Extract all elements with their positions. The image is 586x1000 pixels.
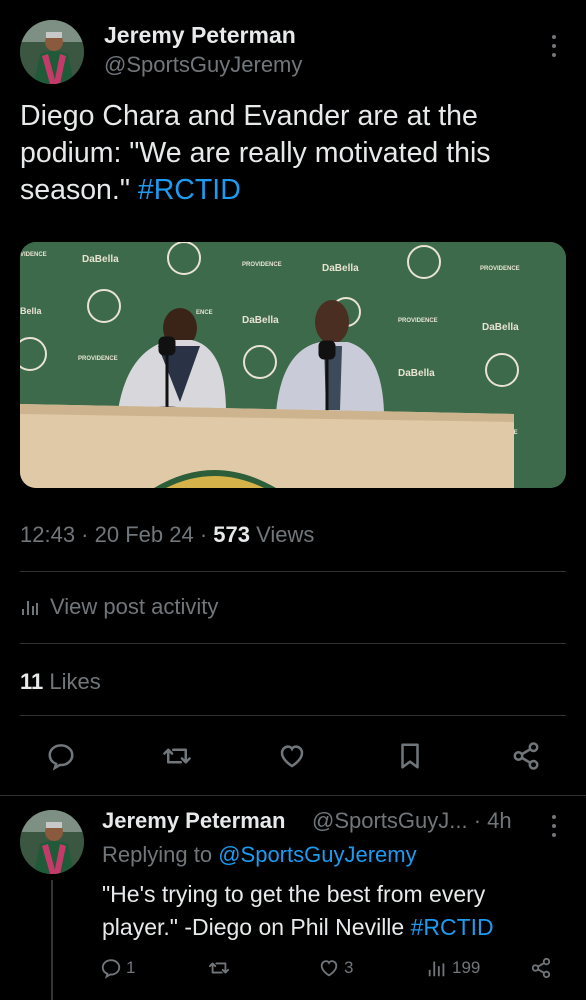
reply-hashtag-link[interactable]: #RCTID: [411, 914, 494, 940]
tweet-timestamp[interactable]: 12:43 · 20 Feb 24 · 573 Views: [20, 522, 314, 548]
reply-share-button[interactable]: [530, 957, 552, 979]
reply-author-name[interactable]: Jeremy Peterman: [102, 808, 285, 834]
reply-text: "He's trying to get the best from every …: [102, 878, 552, 944]
likes-summary[interactable]: 11 Likes: [20, 669, 101, 695]
hashtag-link[interactable]: #RCTID: [138, 174, 241, 206]
tweet-time: 12:43: [20, 522, 76, 547]
bookmark-icon: [401, 743, 419, 769]
reply-views-button[interactable]: 199: [426, 957, 480, 979]
share-icon: [513, 742, 539, 770]
bookmark-button[interactable]: [392, 738, 428, 774]
share-button[interactable]: [508, 738, 544, 774]
tweet-date: 20 Feb 24: [94, 522, 194, 547]
media-sponsor-dabella-1: DaBella: [82, 254, 119, 265]
author-avatar[interactable]: [20, 20, 84, 84]
media-edge-vidence: VIDENCE: [20, 252, 47, 258]
reply-like-count: 3: [344, 958, 354, 977]
reply-icon: [48, 744, 74, 771]
likes-count: 11: [20, 669, 44, 694]
retweet-button[interactable]: [159, 738, 195, 774]
analytics-icon: [428, 961, 445, 977]
tweet-body: Diego Chara and Evander are at the podiu…: [20, 100, 491, 206]
replying-to-handle-link[interactable]: @SportsGuyJeremy: [218, 842, 416, 867]
media-edge-ence: ENCE: [196, 310, 213, 316]
reply-reply-button[interactable]: 1: [100, 957, 135, 979]
media-sponsor-providence-2: PROVIDENCE: [480, 266, 520, 272]
media-sponsor-providence-3: PROVIDENCE: [398, 318, 438, 324]
replying-to: Replying to @SportsGuyJeremy: [102, 842, 417, 868]
author-handle[interactable]: @SportsGuyJeremy: [104, 52, 302, 78]
reply-time-ago: 4h: [487, 808, 512, 833]
like-button[interactable]: [274, 738, 310, 774]
reply-views-count: 199: [452, 958, 481, 977]
reply-button[interactable]: [43, 738, 79, 774]
reply-action-bar: 1 3 199: [100, 955, 560, 985]
reply-author-handle[interactable]: @SportsGuyJ... · 4h: [312, 808, 512, 834]
media-sponsor-dabella-3: DaBella: [242, 315, 279, 326]
reply-author-avatar[interactable]: [20, 810, 84, 874]
tweet-action-bar: [0, 732, 586, 780]
retweet-icon: [208, 962, 230, 974]
divider: [20, 571, 566, 572]
likes-label: Likes: [49, 669, 101, 694]
divider: [0, 795, 586, 796]
reply-like-button[interactable]: 3: [318, 957, 353, 979]
media-sponsor-dabella-5: DaBella: [398, 368, 435, 379]
analytics-icon: [22, 601, 38, 615]
divider: [20, 715, 566, 716]
like-icon: [280, 745, 304, 768]
thread-connector-line: [51, 880, 53, 1000]
views-count: 573: [213, 522, 250, 547]
reply-icon: [101, 959, 121, 979]
media-edge-bella: Bella: [20, 306, 43, 316]
views-label: Views: [256, 522, 315, 547]
media-sponsor-dabella-2: DaBella: [322, 263, 359, 274]
media-sponsor-providence-1: PROVIDENCE: [242, 262, 282, 268]
reply-more-options-icon[interactable]: [544, 812, 564, 840]
view-post-activity-label: View post activity: [50, 594, 219, 619]
more-options-icon[interactable]: [544, 32, 564, 60]
media-sponsor-dabella-4: DaBella: [482, 322, 519, 333]
tweet-text: Diego Chara and Evander are at the podiu…: [20, 98, 560, 209]
view-post-activity-button[interactable]: View post activity: [20, 594, 218, 620]
reply-retweet-button[interactable]: [208, 957, 230, 979]
divider: [20, 643, 566, 644]
replying-prefix: Replying to: [102, 842, 213, 867]
author-name[interactable]: Jeremy Peterman: [104, 22, 296, 49]
media-sponsor-providence-4: PROVIDENCE: [78, 356, 118, 362]
tweet-media-image[interactable]: DaBella DaBella DaBella DaBella DaBella …: [20, 242, 566, 488]
like-icon: [320, 960, 338, 977]
share-icon: [531, 957, 551, 979]
reply-reply-count: 1: [126, 958, 136, 977]
retweet-icon: [163, 748, 191, 764]
